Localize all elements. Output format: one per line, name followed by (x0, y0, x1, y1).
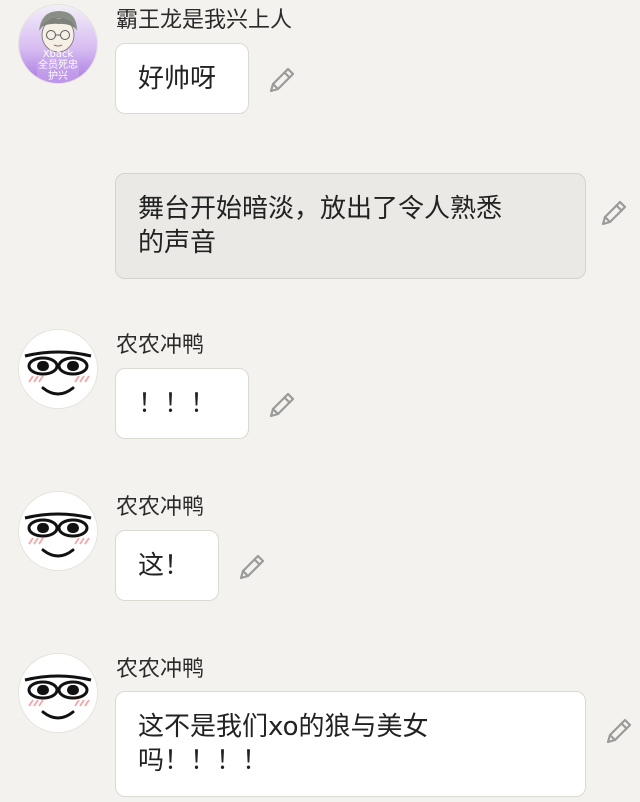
pencil-edit-icon[interactable] (236, 551, 268, 583)
narration-bubble[interactable]: 舞台开始暗淡，放出了令人熟悉 的声音 (115, 173, 586, 279)
avatar-user-2[interactable] (18, 329, 98, 409)
message-text-line-2: 吗！！！！ (138, 746, 269, 776)
message-bubble[interactable]: 这！ (115, 530, 219, 601)
message-3: 农农冲鸭 ！！！ (0, 325, 640, 445)
pencil-edit-icon[interactable] (603, 715, 635, 747)
narration-text-line-2: 的声音 (138, 228, 217, 258)
sender-name: 农农冲鸭 (116, 495, 205, 520)
message-text: ！！！ (138, 389, 217, 419)
message-bubble[interactable]: ！！！ (115, 368, 249, 439)
chat-transcript: Xback 全员死忠 护兴 霸王龙是我兴上人 好帅呀 舞台开始暗淡，放出了令人熟… (0, 0, 640, 802)
pencil-edit-icon[interactable] (598, 197, 630, 229)
message-text-line-1: 这不是我们xo的狼与美女 (138, 712, 429, 742)
message-bubble[interactable]: 这不是我们xo的狼与美女 吗！！！！ (115, 691, 586, 797)
pencil-edit-icon[interactable] (266, 389, 298, 421)
message-bubble[interactable]: 好帅呀 (115, 43, 249, 114)
message-text: 这！ (138, 551, 191, 581)
sender-name: 农农冲鸭 (116, 333, 205, 358)
smiley-face-icon (19, 330, 97, 408)
pencil-edit-icon[interactable] (266, 64, 298, 96)
avatar-user-2[interactable] (18, 653, 98, 733)
message-4: 农农冲鸭 这！ (0, 487, 640, 607)
smiley-face-icon (19, 492, 97, 570)
sender-name: 霸王龙是我兴上人 (116, 8, 293, 33)
message-2: 舞台开始暗淡，放出了令人熟悉 的声音 (0, 160, 640, 290)
narration-text-line-1: 舞台开始暗淡，放出了令人熟悉 (138, 194, 503, 224)
avatar-user-1[interactable]: Xback 全员死忠 护兴 (18, 4, 98, 84)
sender-name: 农农冲鸭 (116, 657, 205, 682)
message-1: Xback 全员死忠 护兴 霸王龙是我兴上人 好帅呀 (0, 0, 640, 120)
avatar-label-1: Xback (42, 49, 74, 60)
smiley-face-icon (19, 654, 97, 732)
message-5: 农农冲鸭 这不是我们xo的狼与美女 吗！！！！ (0, 649, 640, 802)
avatar-user-2[interactable] (18, 491, 98, 571)
avatar-label-3: 护兴 (48, 71, 68, 82)
message-text: 好帅呀 (138, 64, 217, 94)
avatar-label-2: 全员死忠 (38, 60, 78, 71)
